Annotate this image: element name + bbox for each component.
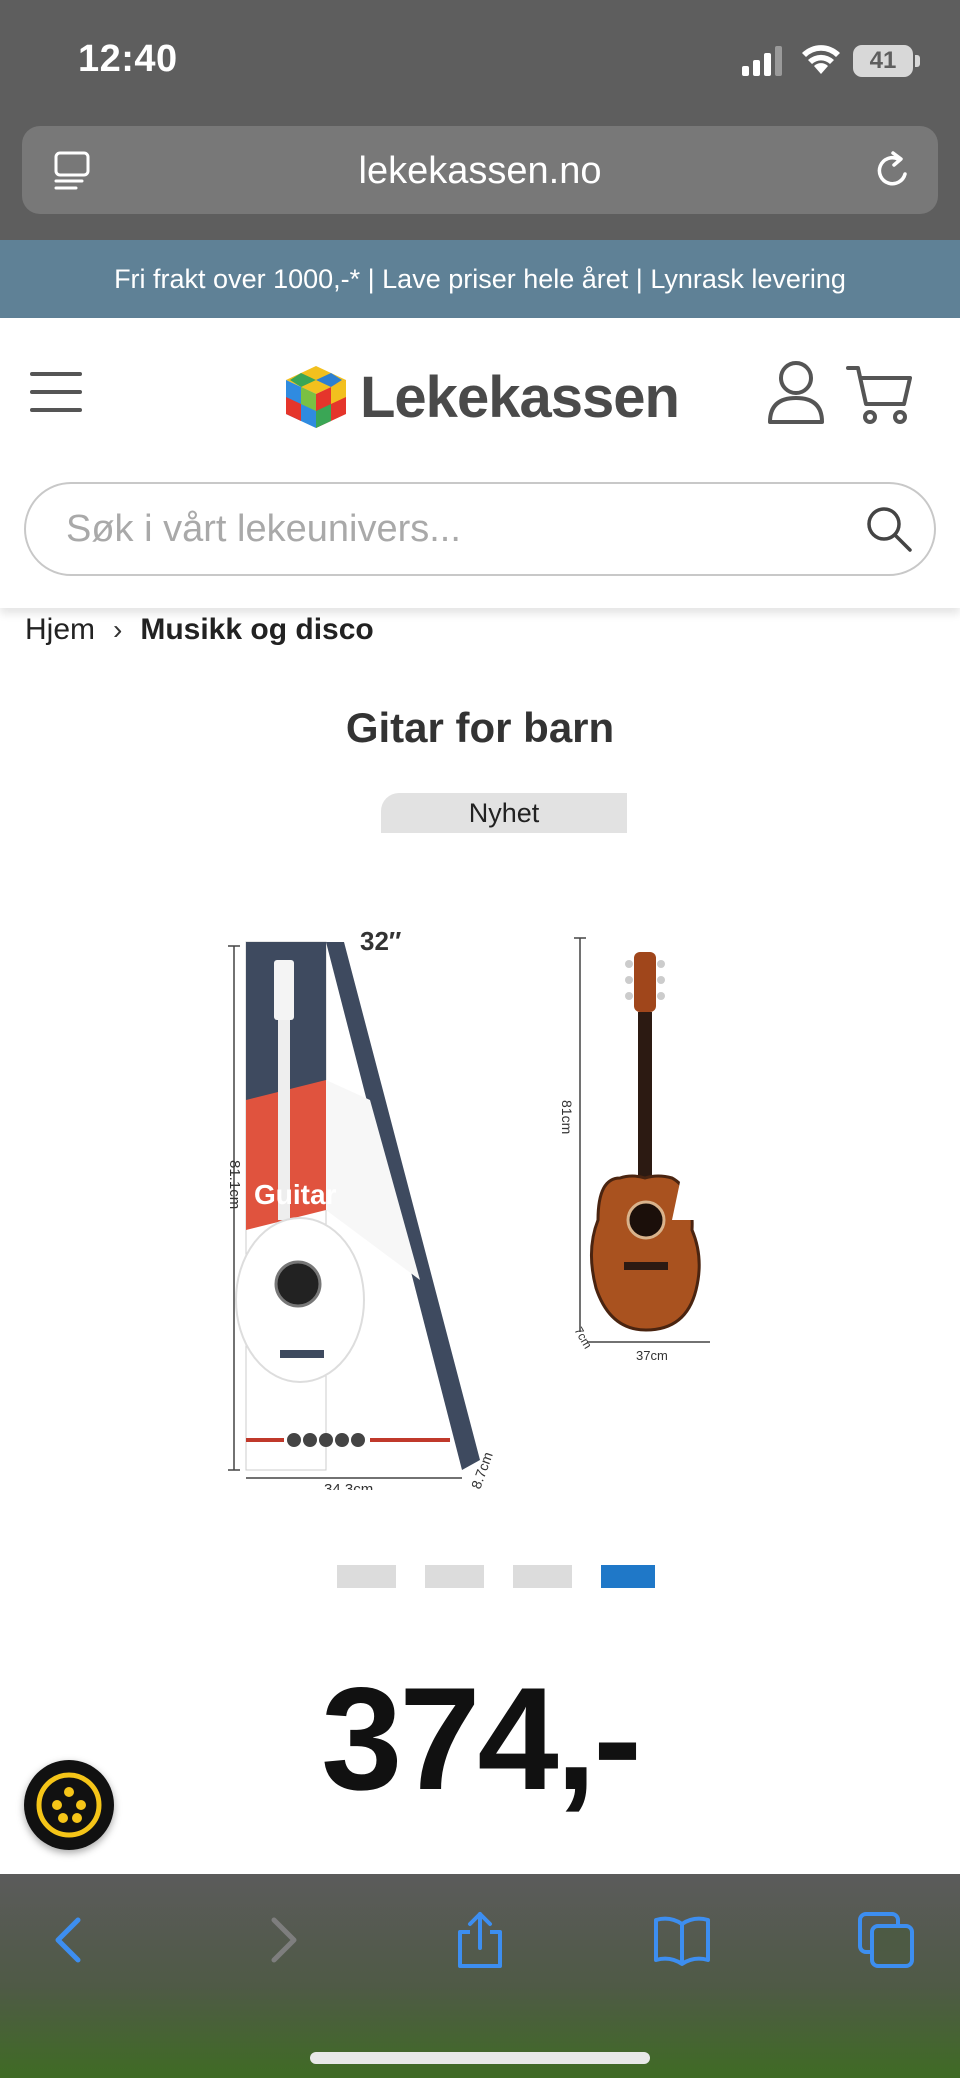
browser-url-zone: lekekassen.no <box>0 120 960 240</box>
box-logo: Guitar <box>254 1179 337 1210</box>
breadcrumb-category-link[interactable]: Musikk og disco <box>140 613 373 647</box>
site-header: Lekekassen <box>0 318 960 608</box>
browser-toolbar <box>0 1874 960 2078</box>
hamburger-menu-icon[interactable] <box>30 370 82 414</box>
battery-icon: 41 <box>853 45 913 77</box>
product-price: 374,- <box>321 1657 642 1820</box>
breadcrumb-separator: › <box>113 614 123 645</box>
cellular-signal-icon <box>742 46 782 76</box>
wifi-icon <box>802 45 840 74</box>
new-badge: Nyhet <box>381 793 627 833</box>
product-image: Guitar 32″ 81.1cm 34.3cm 8.7cm 81cm 37cm… <box>226 926 710 1498</box>
forward-icon[interactable] <box>250 1910 310 1970</box>
site-logo[interactable]: Lekekassen <box>282 362 680 432</box>
status-time: 12:40 <box>78 38 178 80</box>
guitar-depth-label: 7cm <box>571 1325 594 1352</box>
status-bar: 12:40 41 <box>0 0 960 120</box>
account-icon[interactable] <box>766 360 826 426</box>
box-height-label: 81.1cm <box>226 1160 243 1209</box>
guitar-width-label: 37cm <box>636 1348 668 1363</box>
box-width-label: 34.3cm <box>324 1481 373 1490</box>
promo-banner: Fri frakt over 1000,-* | Lave priser hel… <box>0 240 960 318</box>
search-icon[interactable] <box>864 504 914 554</box>
home-indicator <box>310 2052 650 2064</box>
guitar-illustration: 81cm 37cm 7cm <box>559 937 710 1363</box>
guitar-box-illustration: Guitar 32″ 81.1cm 34.3cm 8.7cm <box>226 926 496 1498</box>
share-icon[interactable] <box>450 1910 510 1970</box>
gallery-dot[interactable] <box>513 1565 572 1588</box>
back-icon[interactable] <box>42 1910 102 1970</box>
brand-name: Lekekassen <box>360 364 680 430</box>
guitar-height-label: 81cm <box>559 1100 575 1134</box>
gallery-dot[interactable] <box>601 1565 655 1588</box>
search-input[interactable] <box>66 484 846 574</box>
gallery-pagination <box>337 1565 655 1588</box>
gallery-dot[interactable] <box>337 1565 396 1588</box>
reload-icon[interactable] <box>872 150 914 192</box>
address-bar[interactable]: lekekassen.no <box>22 126 938 214</box>
puzzle-cube-logo-icon <box>286 366 346 428</box>
breadcrumb: Hjem › Musikk og disco <box>25 608 374 652</box>
breadcrumb-home-link[interactable]: Hjem <box>25 613 95 647</box>
tabs-icon[interactable] <box>856 1910 916 1970</box>
battery-level: 41 <box>869 47 897 74</box>
battery-tip <box>915 55 920 67</box>
cookie-settings-button[interactable] <box>24 1760 114 1850</box>
product-title: Gitar for barn <box>345 704 615 751</box>
bookmarks-icon[interactable] <box>652 1910 712 1970</box>
product-image-gallery[interactable]: Guitar 32″ 81.1cm 34.3cm 8.7cm 81cm 37cm… <box>210 920 750 1498</box>
cookie-icon <box>36 1772 102 1838</box>
gallery-dot[interactable] <box>425 1565 484 1588</box>
url-text[interactable]: lekekassen.no <box>22 150 938 193</box>
shopping-cart-icon[interactable] <box>846 362 914 426</box>
box-size-label: 32″ <box>360 926 401 956</box>
search-box <box>24 482 936 576</box>
